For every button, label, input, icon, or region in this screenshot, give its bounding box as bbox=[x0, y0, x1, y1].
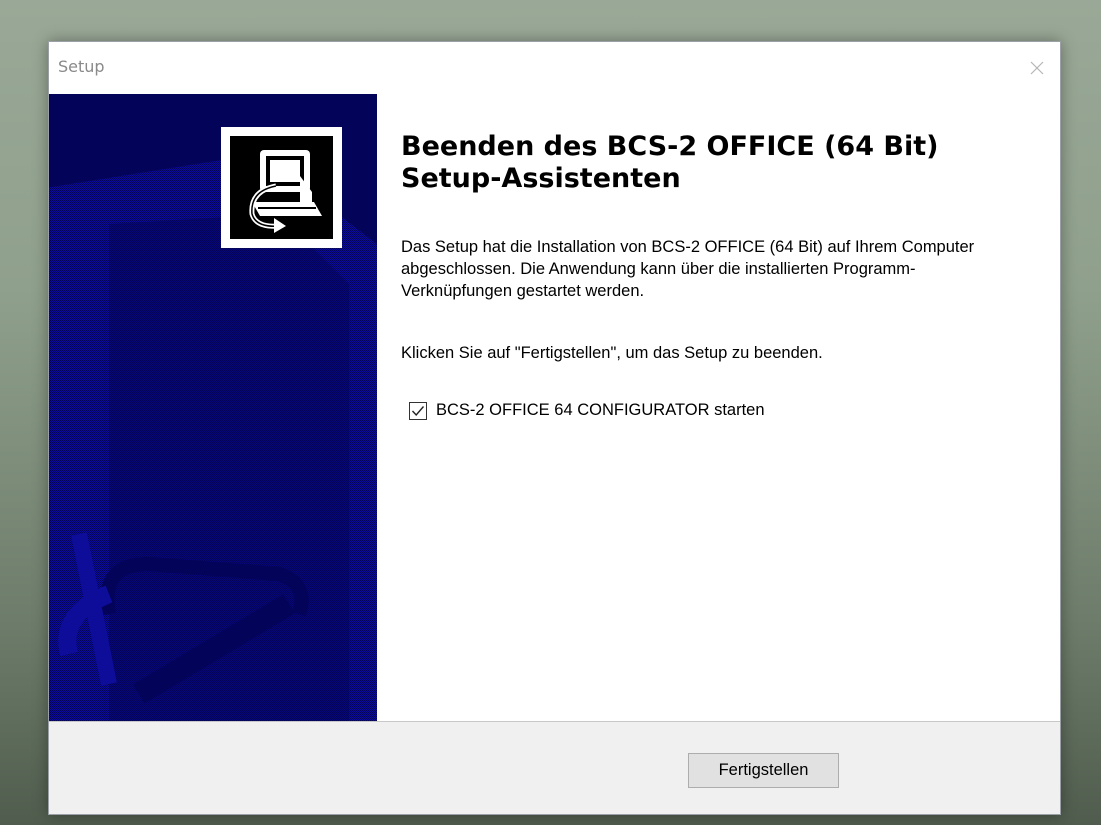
completion-message: Das Setup hat die Installation von BCS-2… bbox=[401, 238, 975, 300]
installer-logo-frame bbox=[221, 127, 342, 248]
wizard-content: Beenden des BCS-2 OFFICE (64 Bit) Setup-… bbox=[377, 94, 1060, 721]
setup-window: Setup Beenden des BCS-2 OFFICE (64 Bit) … bbox=[48, 41, 1061, 815]
launch-configurator-option[interactable]: BCS-2 OFFICE 64 CONFIGURATOR starten bbox=[409, 401, 765, 420]
close-button[interactable] bbox=[1014, 42, 1060, 94]
computer-install-icon bbox=[249, 150, 322, 233]
finish-button[interactable]: Fertigstellen bbox=[688, 753, 839, 788]
launch-configurator-label[interactable]: BCS-2 OFFICE 64 CONFIGURATOR starten bbox=[436, 401, 765, 420]
launch-configurator-checkbox[interactable] bbox=[409, 401, 427, 420]
wizard-side-banner bbox=[49, 94, 377, 721]
wizard-footer: Fertigstellen bbox=[49, 721, 1060, 814]
close-icon bbox=[1030, 61, 1044, 75]
finish-instruction: Klicken Sie auf "Fertigstellen", um das … bbox=[401, 344, 823, 362]
installer-logo bbox=[230, 136, 333, 239]
title-bar[interactable]: Setup bbox=[49, 42, 1060, 94]
window-title: Setup bbox=[58, 57, 105, 76]
wizard-heading: Beenden des BCS-2 OFFICE (64 Bit) Setup-… bbox=[401, 131, 939, 194]
checkmark-icon bbox=[411, 405, 425, 416]
